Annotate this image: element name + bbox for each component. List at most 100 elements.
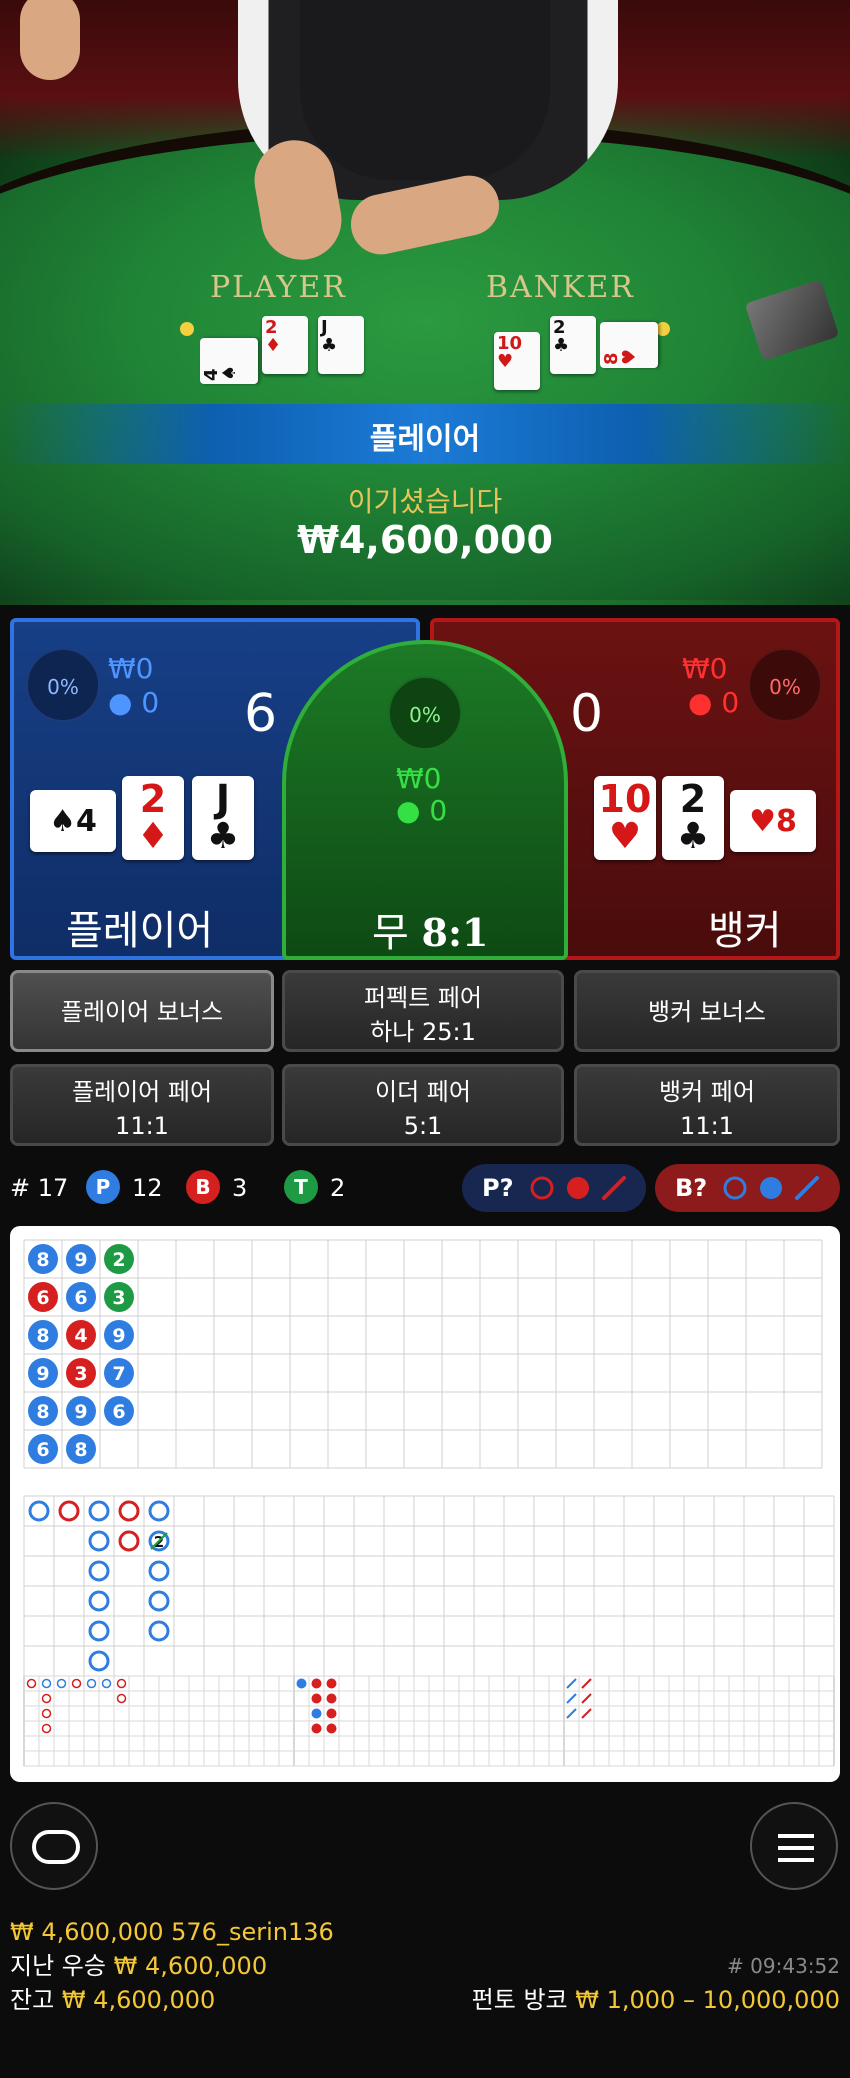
small-road-mark bbox=[311, 1708, 322, 1719]
result-title: 플레이어 bbox=[369, 422, 481, 457]
player-score: 6 bbox=[244, 684, 278, 744]
big-road-mark bbox=[58, 1500, 80, 1522]
round-time: # 09:43:52 bbox=[727, 1954, 840, 1978]
card-suit-icon: ♣ bbox=[676, 816, 710, 857]
big-road-mark bbox=[88, 1650, 110, 1672]
tie-payout: 8:1 bbox=[421, 910, 489, 955]
balance-value: ₩ 4,600,000 bbox=[61, 1986, 216, 2014]
small-road-dot-icon bbox=[760, 1177, 782, 1199]
menu-button[interactable] bbox=[750, 1802, 838, 1890]
big-eye-hollow-icon bbox=[723, 1176, 747, 1200]
big-eye-mark bbox=[56, 1678, 67, 1689]
player-percent: 0% bbox=[26, 648, 100, 722]
player-pair-button[interactable]: 플레이어 페어 11:1 bbox=[10, 1064, 274, 1146]
player-bonus-button[interactable]: 플레이어 보너스 bbox=[10, 970, 274, 1052]
bead-value: 6 bbox=[74, 1287, 87, 1309]
person-icon: ● bbox=[108, 686, 133, 719]
bead-value: 9 bbox=[112, 1325, 125, 1347]
small-road-dot-icon bbox=[567, 1177, 589, 1199]
table-limits-label: 펀토 방코 bbox=[471, 1986, 568, 2014]
player-win-count: 12 bbox=[132, 1174, 163, 1202]
hand-card: 2 ♣ bbox=[662, 776, 724, 860]
bead-value: 7 bbox=[112, 1363, 125, 1385]
small-road-mark bbox=[326, 1693, 337, 1704]
player-win-badge: P bbox=[86, 1170, 120, 1204]
banker-label: 뱅커 bbox=[708, 908, 782, 954]
last-win-value: ₩ 4,600,000 bbox=[113, 1952, 268, 1980]
bead-value: 2 bbox=[112, 1249, 125, 1271]
small-road-mark bbox=[326, 1678, 337, 1689]
banker-bettor-count: 0 bbox=[721, 686, 740, 719]
person-icon: ● bbox=[396, 794, 421, 827]
either-pair-button[interactable]: 이더 페어 5:1 bbox=[282, 1064, 564, 1146]
big-eye-mark bbox=[101, 1678, 112, 1689]
perfect-pair-button[interactable]: 퍼펙트 페어 하나 25:1 bbox=[282, 970, 564, 1052]
table-player-label: PLAYER bbox=[210, 270, 347, 305]
bead-value: 9 bbox=[36, 1363, 49, 1385]
big-eye-mark bbox=[26, 1678, 37, 1689]
cockroach-mark bbox=[581, 1693, 592, 1704]
bead-value: 6 bbox=[36, 1287, 49, 1309]
cockroach-mark bbox=[581, 1708, 592, 1719]
table-card: 8 ♥ bbox=[600, 322, 658, 368]
table-card: 2 ♦ bbox=[262, 316, 308, 374]
bead-value: 6 bbox=[112, 1401, 125, 1423]
bead-value: 8 bbox=[36, 1325, 49, 1347]
table-card: 10 ♥ bbox=[494, 332, 540, 390]
hamburger-menu-icon bbox=[778, 1834, 814, 1862]
big-eye-mark bbox=[116, 1693, 127, 1704]
card-rank: 8 bbox=[776, 804, 797, 839]
big-road-mark bbox=[148, 1590, 170, 1612]
big-eye-mark bbox=[41, 1678, 52, 1689]
bead-value: 9 bbox=[74, 1249, 87, 1271]
small-road-mark bbox=[326, 1708, 337, 1719]
bead-value: 4 bbox=[74, 1325, 87, 1347]
table-banker-label: BANKER bbox=[486, 270, 635, 305]
player-bettor-count: 0 bbox=[141, 686, 160, 719]
banker-ask-button[interactable]: B? bbox=[655, 1164, 840, 1212]
cockroach-mark bbox=[566, 1678, 577, 1689]
win-amount: ₩4,600,000 bbox=[297, 518, 553, 562]
big-road-mark bbox=[148, 1560, 170, 1582]
hand-card: ♠4 bbox=[30, 790, 116, 852]
tie-bet-amount: ₩0 bbox=[396, 762, 442, 795]
table-card: J ♣ bbox=[318, 316, 364, 374]
banker-pair-button[interactable]: 뱅커 페어 11:1 bbox=[574, 1064, 840, 1146]
bead-value: 3 bbox=[74, 1363, 87, 1385]
big-eye-mark bbox=[41, 1708, 52, 1719]
scoreboard-roads[interactable]: 868986964398239762 bbox=[10, 1226, 840, 1782]
card-suit-icon: ♦ bbox=[136, 816, 170, 857]
banker-win-badge: B bbox=[186, 1170, 220, 1204]
big-eye-hollow-icon bbox=[530, 1176, 554, 1200]
banker-score: 0 bbox=[570, 684, 604, 744]
cockroach-mark bbox=[566, 1693, 577, 1704]
bead-value: 9 bbox=[74, 1401, 87, 1423]
bead-value: 8 bbox=[74, 1439, 87, 1461]
big-road-mark bbox=[118, 1530, 140, 1552]
banker-bonus-button[interactable]: 뱅커 보너스 bbox=[574, 970, 840, 1052]
table-card: 2 ♣ bbox=[550, 316, 596, 374]
hand-card: J ♣ bbox=[192, 776, 254, 860]
cockroach-slash-icon bbox=[602, 1176, 626, 1200]
last-win-label: 지난 우승 bbox=[10, 1952, 106, 1980]
hand-card: 2 ♦ bbox=[122, 776, 184, 860]
hand-card: ♥8 bbox=[730, 790, 816, 852]
banker-percent: 0% bbox=[748, 648, 822, 722]
live-video-stream: PLAYER BANKER 4 ♠ 2 ♦ J ♣ 10 ♥ 2 ♣ 8 ♥ 플레이어 이… bbox=[0, 0, 850, 605]
small-road-mark bbox=[311, 1693, 322, 1704]
bead-value: 8 bbox=[36, 1249, 49, 1271]
tie-percent: 0% bbox=[388, 676, 462, 750]
chat-button[interactable] bbox=[10, 1802, 98, 1890]
big-eye-mark bbox=[41, 1723, 52, 1734]
cockroach-mark bbox=[581, 1678, 592, 1689]
small-road-mark bbox=[326, 1723, 337, 1734]
big-road-mark bbox=[28, 1500, 50, 1522]
card-rank: 2 bbox=[679, 777, 707, 821]
card-rank: 4 bbox=[76, 804, 97, 839]
round-count: # 17 bbox=[10, 1174, 69, 1202]
last-winner-line: ₩ 4,600,000 576_serin136 bbox=[10, 1918, 334, 1946]
road-grid: 868986964398239762 bbox=[23, 1239, 835, 1767]
player-ask-button[interactable]: P? bbox=[462, 1164, 646, 1212]
chat-bubble-icon bbox=[32, 1830, 80, 1864]
win-message: 이기셨습니다 bbox=[347, 485, 503, 518]
